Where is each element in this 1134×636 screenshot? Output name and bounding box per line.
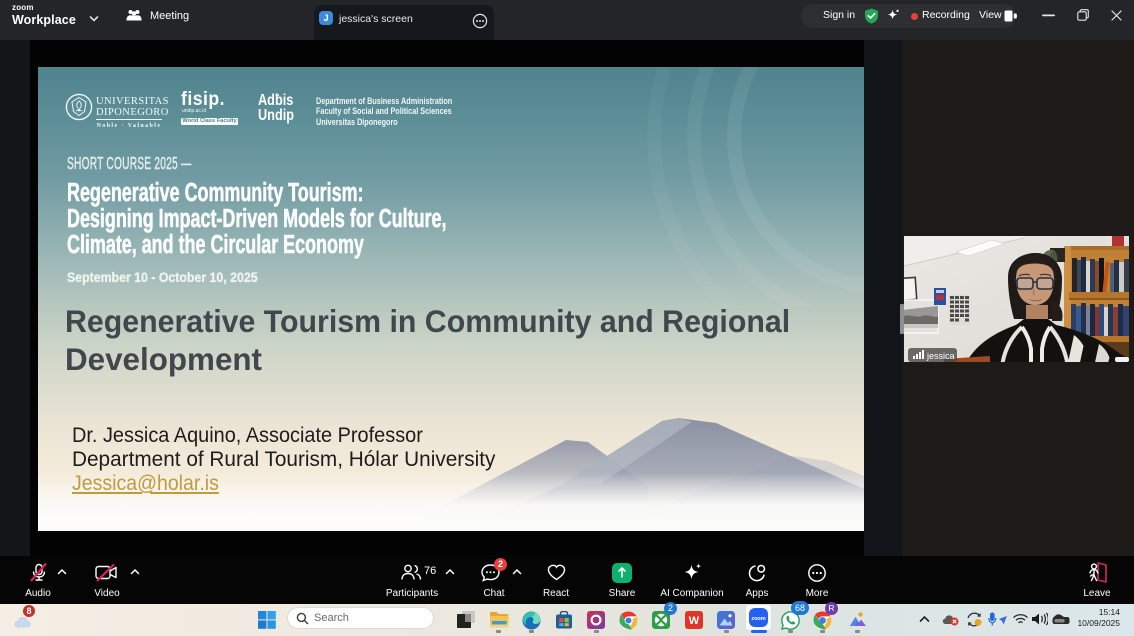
svg-text:W: W [689, 615, 700, 627]
svg-text:jessica: jessica [926, 351, 955, 361]
svg-text:zoom: zoom [751, 616, 765, 622]
